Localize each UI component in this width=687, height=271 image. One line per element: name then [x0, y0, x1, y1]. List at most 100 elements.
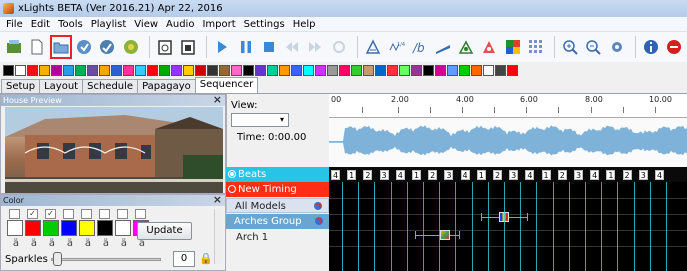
- sparkles-slider-thumb[interactable]: [53, 252, 63, 266]
- effect-palette-icon[interactable]: [423, 64, 434, 76]
- beat-marker[interactable]: 4: [331, 170, 340, 180]
- effect-palette-icon[interactable]: [75, 64, 86, 76]
- tab-sequencer[interactable]: Sequencer: [194, 77, 259, 93]
- render-toggle-icon[interactable]: [313, 201, 323, 211]
- sparkles-value-field[interactable]: 0: [173, 251, 195, 267]
- menu-tools[interactable]: Tools: [54, 19, 87, 30]
- menu-settings[interactable]: Settings: [240, 19, 289, 30]
- beat-marker[interactable]: 4: [655, 170, 664, 180]
- beat-marker[interactable]: 2: [493, 170, 502, 180]
- effect-palette-icon[interactable]: [219, 64, 230, 76]
- tab-setup[interactable]: Setup: [1, 79, 41, 93]
- effect-palette-icon[interactable]: [411, 64, 422, 76]
- beats-radio[interactable]: [228, 170, 236, 178]
- palette-lock-icon[interactable]: ä: [97, 238, 115, 249]
- effect-palette-icon[interactable]: [435, 64, 446, 76]
- palette-color-swatch[interactable]: [61, 220, 77, 236]
- stop-button[interactable]: [259, 36, 279, 58]
- timeline-ruler[interactable]: 00 2.00 4.00 6.00 8.00 10.00: [329, 94, 687, 118]
- stop-sign-button[interactable]: [664, 36, 684, 58]
- effect-icon[interactable]: [440, 230, 450, 240]
- palette-checkbox[interactable]: [27, 209, 38, 219]
- beat-marker[interactable]: 4: [590, 170, 600, 180]
- effect-palette-icon[interactable]: [447, 64, 458, 76]
- bucket-button[interactable]: [363, 36, 383, 58]
- effect-palette-icon[interactable]: [399, 64, 410, 76]
- beat-marker[interactable]: 1: [412, 170, 421, 180]
- effect-palette-icon[interactable]: [267, 64, 278, 76]
- render-all-button[interactable]: [120, 36, 140, 58]
- beat-marker[interactable]: 1: [476, 170, 486, 180]
- effect-palette-icon[interactable]: [111, 64, 122, 76]
- palette-checkbox[interactable]: [99, 209, 110, 219]
- rewind-button[interactable]: [282, 36, 302, 58]
- tab-papagayo[interactable]: Papagayo: [137, 79, 196, 93]
- pause-button[interactable]: [235, 36, 255, 58]
- effect-palette-icon[interactable]: [279, 64, 290, 76]
- effect-palette-icon[interactable]: [243, 64, 254, 76]
- palette-lock-icon[interactable]: ä: [115, 238, 133, 249]
- model-preview-button[interactable]: [479, 36, 499, 58]
- effect-palette-icon[interactable]: [231, 64, 242, 76]
- fast-forward-button[interactable]: [305, 36, 325, 58]
- settings-button[interactable]: [606, 36, 626, 58]
- effect-palette-icon[interactable]: [459, 64, 470, 76]
- effect-palette-icon[interactable]: [471, 64, 482, 76]
- effect-palette-icon[interactable]: [495, 64, 506, 76]
- palette-lock-icon[interactable]: ä: [61, 238, 79, 249]
- model-row-all-models[interactable]: All Models: [226, 198, 329, 213]
- beat-marker[interactable]: 3: [638, 170, 648, 180]
- render-toggle-icon[interactable]: [314, 216, 324, 226]
- palette-checkbox[interactable]: [9, 209, 20, 219]
- audio-waveform[interactable]: [329, 118, 687, 167]
- menu-audio[interactable]: Audio: [162, 19, 198, 30]
- palette-checkbox[interactable]: [63, 209, 74, 219]
- piano-button[interactable]: 1/4: [386, 36, 406, 58]
- effect-palette-icon[interactable]: [483, 64, 494, 76]
- zoom-in-button[interactable]: [560, 36, 580, 58]
- tab-schedule[interactable]: Schedule: [82, 79, 139, 93]
- effect-palette-icon[interactable]: [99, 64, 110, 76]
- effect-palette-icon[interactable]: [159, 64, 170, 76]
- effect-palette-icon[interactable]: [303, 64, 314, 76]
- effect-palette-icon[interactable]: [15, 64, 26, 76]
- beat-marker[interactable]: 2: [428, 170, 438, 180]
- zoom-out-button[interactable]: [583, 36, 603, 58]
- effect-palette-icon[interactable]: [87, 64, 98, 76]
- sparkles-slider-track[interactable]: [51, 258, 161, 261]
- play-button[interactable]: [212, 36, 232, 58]
- effect-palette-icon[interactable]: [351, 64, 362, 76]
- effect-palette-icon[interactable]: [147, 64, 158, 76]
- menu-view[interactable]: View: [130, 19, 162, 30]
- timing-row-beats[interactable]: Beats: [226, 167, 329, 182]
- effect-palette-icon[interactable]: [183, 64, 194, 76]
- beat-marker[interactable]: 1: [606, 170, 616, 180]
- effect-end-marker[interactable]: [459, 231, 460, 239]
- beat-marker[interactable]: 3: [379, 170, 389, 180]
- effect-palette-icon[interactable]: [315, 64, 326, 76]
- new-file-button[interactable]: [27, 36, 47, 58]
- palette-color-swatch[interactable]: [79, 220, 95, 236]
- menu-help[interactable]: Help: [289, 19, 320, 30]
- effect-palette-icon[interactable]: [291, 64, 302, 76]
- timing-button[interactable]: /b: [409, 36, 429, 58]
- beat-marker[interactable]: 2: [557, 170, 567, 180]
- effect-palette-icon[interactable]: [135, 64, 146, 76]
- open-folder-button[interactable]: [49, 35, 72, 59]
- replay-button[interactable]: [329, 36, 349, 58]
- model-row-arches-group[interactable]: Arches Group: [226, 214, 329, 229]
- palette-color-swatch[interactable]: [7, 220, 23, 236]
- toggle-button[interactable]: [433, 36, 453, 58]
- new-timing-radio[interactable]: [228, 185, 236, 193]
- effect-palette-icon[interactable]: [27, 64, 38, 76]
- effect-palette-icon[interactable]: [375, 64, 386, 76]
- palette-lock-icon[interactable]: ä: [79, 238, 97, 249]
- palette-color-swatch[interactable]: [25, 220, 41, 236]
- house-preview-close-button[interactable]: ×: [213, 94, 222, 105]
- paste-by-cell-button[interactable]: [178, 36, 198, 58]
- info-button[interactable]: [641, 36, 661, 58]
- effect-palette-icon[interactable]: [3, 64, 14, 76]
- color-panel-close-button[interactable]: ×: [213, 194, 222, 205]
- effects-grid[interactable]: 412341234123412341234: [329, 167, 687, 271]
- effect-palette-icon[interactable]: [123, 64, 134, 76]
